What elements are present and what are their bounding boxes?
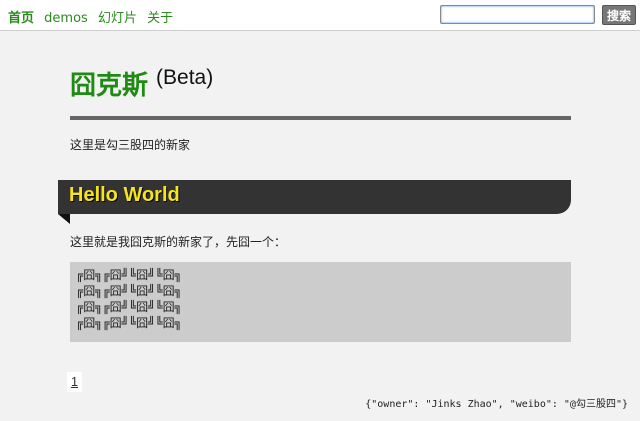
search-button[interactable]: 搜索 [602, 5, 636, 25]
site-subtitle: 这里是勾三股四的新家 [70, 138, 191, 152]
code-line: ╔囧╗╔囧╝╚囧╝╚囧╗ [76, 316, 182, 330]
ribbon-fold [58, 214, 70, 224]
main-nav: 首页 demos 幻灯片 关于 [8, 7, 179, 26]
code-block: ╔囧╗╔囧╝╚囧╝╚囧╗ ╔囧╗╔囧╝╚囧╝╚囧╗ ╔囧╗╔囧╝╚囧╝╚囧╗ ╔… [70, 262, 571, 342]
nav-link-home[interactable]: 首页 [8, 11, 34, 26]
footer-owner-info: {"owner": "Jinks Zhao", "weibo": "@勾三股四"… [365, 399, 628, 410]
nav-link-slides[interactable]: 幻灯片 [98, 11, 137, 26]
nav-link-demos[interactable]: demos [44, 11, 88, 26]
post-header-ribbon: Hello World [58, 180, 571, 214]
code-line: ╔囧╗╔囧╝╚囧╝╚囧╗ [76, 284, 182, 298]
top-navigation-bar: 首页 demos 幻灯片 关于 搜索 [0, 0, 640, 31]
nav-link-about[interactable]: 关于 [147, 11, 173, 26]
post-intro: 这里就是我囧克斯的新家了，先囧一个： [70, 235, 287, 249]
search-input[interactable] [440, 5, 595, 24]
post-title[interactable]: Hello World [69, 184, 180, 207]
title-divider [70, 116, 571, 120]
pagination-page-1[interactable]: 1 [67, 372, 82, 392]
site-title[interactable]: 囧克斯 [70, 71, 148, 101]
code-line: ╔囧╗╔囧╝╚囧╝╚囧╗ [76, 268, 182, 282]
code-line: ╔囧╗╔囧╝╚囧╝╚囧╗ [76, 300, 182, 314]
site-header: 囧克斯 (Beta) [70, 65, 213, 102]
beta-badge: (Beta) [156, 66, 214, 89]
